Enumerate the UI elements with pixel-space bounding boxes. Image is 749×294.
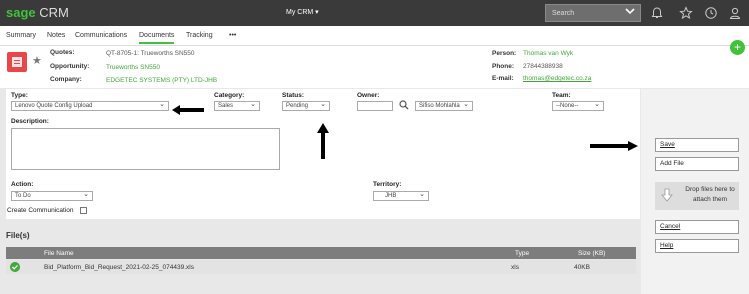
status-value: Pending bbox=[286, 103, 309, 109]
help-button[interactable]: Help bbox=[655, 239, 739, 253]
file-size: 40KB bbox=[574, 264, 590, 271]
add-file-label: Add File bbox=[660, 160, 684, 167]
tab-summary[interactable]: Summary bbox=[6, 32, 36, 39]
files-table-header: File Name Type Size (KB) bbox=[6, 247, 636, 259]
column-type[interactable]: Type bbox=[515, 250, 529, 257]
type-label: Type: bbox=[11, 92, 28, 99]
chevron-down-icon: ⌄ bbox=[419, 191, 425, 198]
check-circle-icon bbox=[10, 262, 20, 272]
territory-select[interactable]: JHB ⌄ bbox=[373, 191, 429, 201]
person-label: Person: bbox=[492, 50, 517, 57]
email-link[interactable]: thomas@edgetec.co.za bbox=[523, 75, 591, 82]
chevron-down-icon: ⌄ bbox=[250, 101, 256, 108]
arrow-left-icon bbox=[172, 105, 204, 115]
add-file-button[interactable]: Add File bbox=[655, 157, 739, 171]
action-panel: Save Add File Drop files here to attach … bbox=[641, 89, 749, 294]
file-drop-zone[interactable]: Drop files here to attach them bbox=[655, 182, 739, 210]
team-value: --None-- bbox=[556, 103, 579, 109]
owner-value: Sifiso Mohlahla bbox=[419, 103, 460, 109]
type-select[interactable]: Lenovo Quote Config Upload ⌄ bbox=[11, 101, 169, 111]
action-value: To Do bbox=[15, 193, 31, 199]
quote-document-icon bbox=[7, 52, 27, 72]
category-label: Category: bbox=[214, 92, 245, 99]
opportunity-link[interactable]: Trueworths SN550 bbox=[106, 64, 160, 71]
tab-tracking[interactable]: Tracking bbox=[186, 32, 213, 39]
territory-value: JHB bbox=[385, 193, 397, 199]
tab-more[interactable]: ••• bbox=[229, 32, 236, 39]
owner-select[interactable]: Sifiso Mohlahla ⌄ bbox=[415, 101, 473, 111]
download-arrow-icon bbox=[661, 188, 673, 202]
chevron-down-icon: ⌄ bbox=[594, 101, 600, 108]
bell-icon[interactable] bbox=[650, 6, 664, 20]
email-label: E-mail: bbox=[492, 75, 514, 82]
owner-search-input[interactable] bbox=[357, 101, 393, 111]
chevron-down-icon: ⌄ bbox=[159, 101, 165, 108]
drop-zone-text: Drop files here to attach them bbox=[685, 186, 735, 203]
column-size[interactable]: Size (KB) bbox=[578, 250, 605, 257]
tab-bar: Summary Notes Communications Documents T… bbox=[0, 26, 749, 46]
star-icon[interactable] bbox=[679, 6, 693, 20]
tab-notes[interactable]: Notes bbox=[47, 32, 65, 39]
save-label: Save bbox=[660, 141, 675, 148]
create-communication-checkbox[interactable] bbox=[80, 207, 87, 214]
arrow-up-icon bbox=[317, 123, 329, 159]
logo-product: CRM bbox=[39, 5, 69, 20]
chevron-down-icon: ⌄ bbox=[463, 101, 469, 108]
save-button[interactable]: Save bbox=[655, 138, 739, 152]
chevron-down-icon: ⌄ bbox=[83, 191, 89, 198]
table-row[interactable]: Bid_Platform_Bid_Request_2021-02-25_0744… bbox=[6, 260, 636, 274]
search-placeholder: Search bbox=[552, 10, 575, 17]
create-communication-label: Create Communication bbox=[7, 207, 74, 214]
chevron-down-icon[interactable] bbox=[625, 6, 635, 16]
user-icon[interactable] bbox=[728, 6, 742, 20]
type-value: Lenovo Quote Config Upload bbox=[15, 103, 93, 109]
territory-label: Territory: bbox=[373, 181, 402, 188]
sage-crm-logo[interactable]: sage CRM bbox=[6, 5, 69, 20]
cancel-label: Cancel bbox=[660, 223, 681, 230]
file-type: xls bbox=[511, 264, 519, 271]
team-label: Team: bbox=[552, 92, 571, 99]
favourite-star-icon[interactable]: ★ bbox=[32, 54, 42, 67]
description-textarea[interactable] bbox=[11, 128, 280, 170]
company-link[interactable]: EDGETEC SYSTEMS (PTY) LTD-JHB bbox=[106, 77, 217, 84]
tab-communications[interactable]: Communications bbox=[75, 32, 127, 39]
add-plus-button[interactable]: + bbox=[730, 40, 745, 55]
column-file-name[interactable]: File Name bbox=[44, 250, 74, 257]
opportunity-label: Opportunity: bbox=[50, 63, 90, 70]
status-label: Status: bbox=[282, 92, 305, 99]
tab-documents[interactable]: Documents bbox=[139, 32, 175, 44]
files-section-title: File(s) bbox=[6, 231, 30, 240]
team-select[interactable]: --None-- ⌄ bbox=[552, 101, 604, 111]
quotes-label: Quotes: bbox=[50, 49, 75, 56]
status-select[interactable]: Pending ⌄ bbox=[282, 101, 330, 111]
category-select[interactable]: Sales ⌄ bbox=[214, 101, 260, 111]
action-label: Action: bbox=[11, 181, 34, 188]
arrow-right-icon bbox=[590, 141, 638, 151]
clock-icon[interactable] bbox=[704, 6, 718, 20]
phone-value: 27844388938 bbox=[523, 63, 563, 70]
company-label: Company: bbox=[50, 76, 82, 83]
logo-brand: sage bbox=[6, 5, 36, 20]
search-icon[interactable] bbox=[399, 100, 409, 110]
quotes-value: QT-8705-1: Trueworths SN550 bbox=[106, 50, 195, 57]
my-crm-menu[interactable]: My CRM ▾ bbox=[286, 8, 319, 16]
person-link[interactable]: Thomas van Wyk bbox=[523, 50, 573, 57]
owner-label: Owner: bbox=[357, 92, 380, 99]
phone-label: Phone: bbox=[492, 63, 515, 70]
top-bar: sage CRM My CRM ▾ Search bbox=[0, 0, 749, 26]
description-label: Description: bbox=[11, 118, 49, 125]
cancel-button[interactable]: Cancel bbox=[655, 220, 739, 234]
file-name-link[interactable]: Bid_Platform_Bid_Request_2021-02-25_0744… bbox=[44, 264, 194, 271]
record-header: ★ Quotes: QT-8705-1: Trueworths SN550 Op… bbox=[0, 46, 749, 88]
help-label: Help bbox=[660, 242, 674, 249]
chevron-down-icon: ⌄ bbox=[320, 101, 326, 108]
action-select[interactable]: To Do ⌄ bbox=[11, 191, 93, 201]
category-value: Sales bbox=[218, 103, 234, 109]
